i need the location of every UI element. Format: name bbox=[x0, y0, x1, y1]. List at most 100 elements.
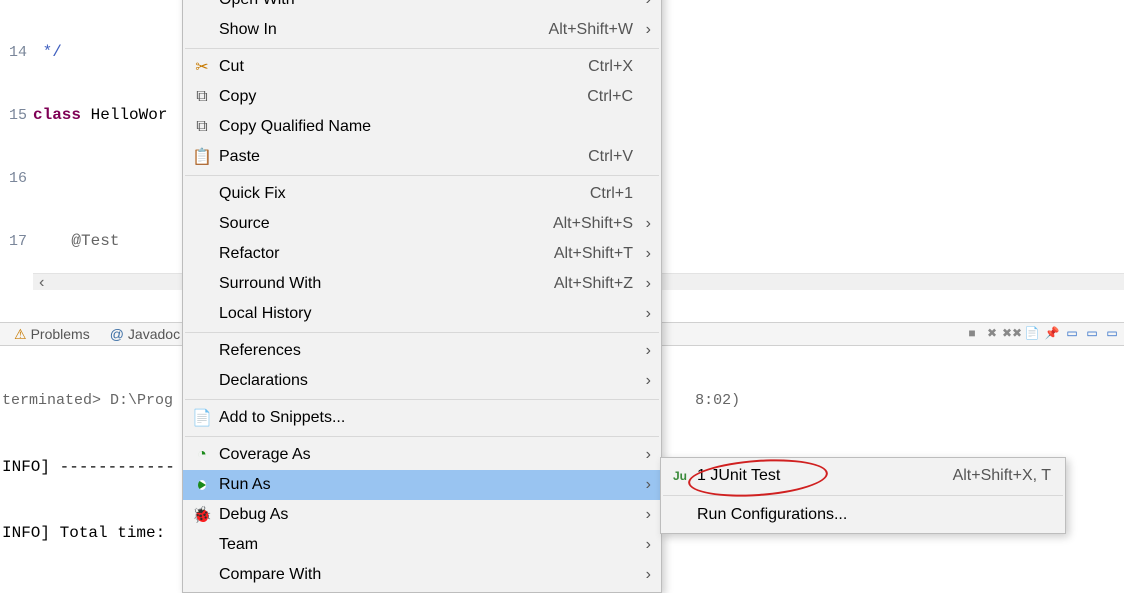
code-token: class bbox=[33, 106, 81, 124]
warning-icon: ⚠ bbox=[14, 326, 27, 343]
menu-item-source[interactable]: Source Alt+Shift+S › bbox=[183, 209, 661, 239]
menu-item-debug-as[interactable]: 🐞Debug As› bbox=[183, 500, 661, 530]
menu-accelerator: Ctrl+V bbox=[588, 148, 633, 166]
menu-accelerator: Ctrl+1 bbox=[590, 185, 633, 203]
remove-all-icon[interactable]: ✖✖ bbox=[1004, 325, 1020, 341]
menu-item-show-in[interactable]: Show InAlt+Shift+W› bbox=[183, 15, 661, 45]
submenu-arrow-icon: › bbox=[646, 506, 651, 524]
scroll-lock-icon[interactable]: 📄 bbox=[1024, 325, 1040, 341]
code-token: HelloWor bbox=[91, 106, 168, 124]
submenu-arrow-icon: › bbox=[646, 305, 651, 323]
menu-accelerator: Alt+Shift+T bbox=[554, 245, 633, 263]
line-number: 17 bbox=[0, 231, 27, 252]
menu-label: Cut bbox=[219, 58, 572, 76]
submenu-arrow-icon: › bbox=[646, 342, 651, 360]
submenu-item-junit-test[interactable]: Ju 1 JUnit Test Alt+Shift+X, T bbox=[661, 460, 1065, 492]
console-header: terminated> D:\Prog bbox=[2, 392, 173, 409]
menu-item-run-as[interactable]: Run As › bbox=[183, 470, 661, 500]
menu-label: Copy Qualified Name bbox=[219, 118, 633, 136]
console-header-time: 8:02) bbox=[695, 392, 740, 409]
menu-label: Source bbox=[219, 215, 537, 233]
menu-separator bbox=[185, 48, 659, 49]
tab-label: Problems bbox=[31, 326, 90, 342]
remove-icon[interactable]: ✖ bbox=[984, 325, 1000, 341]
blank-icon bbox=[191, 184, 213, 204]
blank-icon bbox=[191, 244, 213, 264]
submenu-arrow-icon: › bbox=[646, 215, 651, 233]
submenu-label: 1 JUnit Test bbox=[697, 467, 953, 485]
menu-accelerator: Alt+Shift+Z bbox=[554, 275, 633, 293]
menu-separator bbox=[185, 175, 659, 176]
menu-separator bbox=[663, 495, 1063, 496]
line-number: 14 bbox=[0, 42, 27, 63]
run-icon bbox=[191, 475, 213, 495]
blank-icon bbox=[191, 274, 213, 294]
menu-item-local-history[interactable]: Local History› bbox=[183, 299, 661, 329]
submenu-arrow-icon: › bbox=[646, 21, 651, 39]
submenu-arrow-icon: › bbox=[646, 245, 651, 263]
menu-item-add-to-snippets[interactable]: 📄Add to Snippets... bbox=[183, 403, 661, 433]
bug-icon: 🐞 bbox=[191, 505, 213, 525]
menu-label: Coverage As bbox=[219, 446, 633, 464]
menu-label: Refactor bbox=[219, 245, 538, 263]
paste-icon: 📋 bbox=[191, 147, 213, 167]
code-token: */ bbox=[33, 43, 62, 61]
menu-item-cut[interactable]: ✂CutCtrl+X bbox=[183, 52, 661, 82]
submenu-item-run-configurations[interactable]: Run Configurations... bbox=[661, 499, 1065, 531]
menu-label: References bbox=[219, 342, 633, 360]
menu-item-compare-with[interactable]: Compare With› bbox=[183, 560, 661, 590]
menu-label: Add to Snippets... bbox=[219, 409, 633, 427]
cut-icon: ✂ bbox=[191, 57, 213, 77]
menu-item-copy[interactable]: ⧉CopyCtrl+C bbox=[183, 82, 661, 112]
blank-icon bbox=[191, 304, 213, 324]
terminate-icon[interactable]: ■ bbox=[964, 325, 980, 341]
menu-label: Quick Fix bbox=[219, 185, 574, 203]
menu-item-refactor[interactable]: Refactor Alt+Shift+T › bbox=[183, 239, 661, 269]
blank-icon bbox=[191, 341, 213, 361]
menu-accelerator: Alt+Shift+S bbox=[553, 215, 633, 233]
submenu-accel: Alt+Shift+X, T bbox=[953, 467, 1051, 485]
menu-label: Surround With bbox=[219, 275, 538, 293]
menu-item-copy-qualified-name[interactable]: ⧉ Copy Qualified Name bbox=[183, 112, 661, 142]
submenu-label: Run Configurations... bbox=[697, 506, 1051, 524]
menu-separator bbox=[185, 332, 659, 333]
run-as-submenu: Ju 1 JUnit Test Alt+Shift+X, T Run Confi… bbox=[660, 457, 1066, 534]
pin-icon[interactable]: 📌 bbox=[1044, 325, 1060, 341]
submenu-arrow-icon: › bbox=[646, 476, 651, 494]
menu-item-coverage-as[interactable]: ◔ Coverage As › bbox=[183, 440, 661, 470]
blank-icon bbox=[191, 20, 213, 40]
menu-accelerator: Alt+Shift+W bbox=[549, 21, 633, 39]
copy-icon: ⧉ bbox=[191, 87, 213, 107]
blank-icon bbox=[191, 371, 213, 391]
menu-accelerator: Ctrl+C bbox=[587, 88, 633, 106]
console-line: INFO] Total time: bbox=[2, 524, 165, 542]
qname-icon: ⧉ bbox=[191, 117, 213, 137]
submenu-arrow-icon: › bbox=[646, 446, 651, 464]
display-icon[interactable]: ▭ bbox=[1064, 325, 1080, 341]
tab-problems[interactable]: ⚠ Problems bbox=[4, 324, 100, 345]
menu-label: Run As bbox=[219, 476, 633, 494]
cov-icon: ◔ bbox=[191, 445, 213, 465]
javadoc-icon: @ bbox=[110, 326, 124, 342]
submenu-arrow-icon: › bbox=[646, 275, 651, 293]
menu-item-open-with[interactable]: Open With› bbox=[183, 0, 661, 15]
tab-label: Javadoc bbox=[128, 326, 180, 342]
menu-item-paste[interactable]: 📋PasteCtrl+V bbox=[183, 142, 661, 172]
blank-icon bbox=[191, 535, 213, 555]
menu-item-references[interactable]: References › bbox=[183, 336, 661, 366]
submenu-arrow-icon: › bbox=[646, 372, 651, 390]
blank-icon bbox=[191, 214, 213, 234]
blank-icon bbox=[191, 565, 213, 585]
menu-item-team[interactable]: Team › bbox=[183, 530, 661, 560]
menu-item-declarations[interactable]: Declarations› bbox=[183, 366, 661, 396]
menu-item-quick-fix[interactable]: Quick Fix Ctrl+1 bbox=[183, 179, 661, 209]
menu-label: Team bbox=[219, 536, 633, 554]
menu-separator bbox=[185, 399, 659, 400]
menu-item-surround-with[interactable]: Surround With Alt+Shift+Z › bbox=[183, 269, 661, 299]
console-line: INFO] ------------ bbox=[2, 458, 175, 476]
new-console-icon[interactable]: ▭ bbox=[1104, 325, 1120, 341]
open-console-icon[interactable]: ▭ bbox=[1084, 325, 1100, 341]
submenu-arrow-icon: › bbox=[646, 536, 651, 554]
tab-javadoc[interactable]: @ Javadoc bbox=[100, 324, 190, 344]
line-gutter: 14 15 16 17 18 19 20 21 22 23 24 25 bbox=[0, 0, 33, 290]
